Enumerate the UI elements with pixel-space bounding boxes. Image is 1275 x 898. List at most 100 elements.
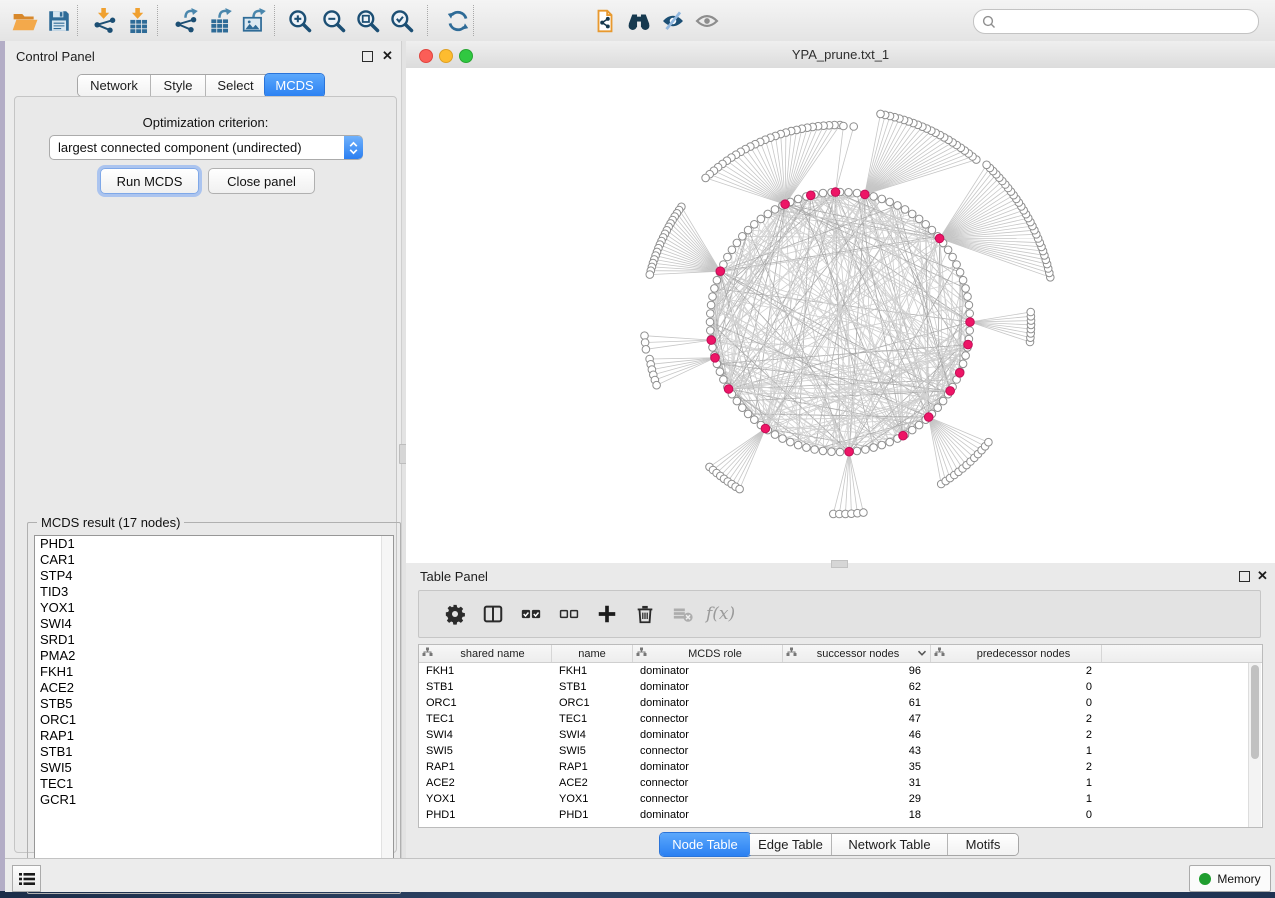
- table-row[interactable]: FKH1FKH1dominator962: [419, 663, 1262, 679]
- tab-network-table[interactable]: Network Table: [832, 834, 948, 855]
- table-row[interactable]: PHD1PHD1dominator180: [419, 807, 1262, 823]
- search-network-button[interactable]: [622, 4, 656, 38]
- column-visibility-button[interactable]: [474, 595, 512, 633]
- export-network-button[interactable]: [169, 4, 203, 38]
- mcds-result-item[interactable]: PMA2: [35, 648, 393, 664]
- open-file-button[interactable]: [8, 4, 42, 38]
- toolbar-separator: [427, 5, 428, 36]
- network-canvas[interactable]: [406, 68, 1275, 563]
- mcds-result-item[interactable]: STP4: [35, 568, 393, 584]
- tab-network[interactable]: Network: [78, 75, 151, 96]
- mcds-result-item[interactable]: PHD1: [35, 536, 393, 552]
- zoom-selected-icon: [389, 8, 415, 34]
- mcds-result-item[interactable]: STB1: [35, 744, 393, 760]
- mcds-result-scrollbar[interactable]: [381, 536, 393, 885]
- export-table-button[interactable]: [203, 4, 237, 38]
- mcds-result-item[interactable]: ORC1: [35, 712, 393, 728]
- column-header-predecessor-nodes[interactable]: predecessor nodes: [931, 645, 1102, 662]
- zoom-out-button[interactable]: [317, 4, 351, 38]
- mcds-result-item[interactable]: ACE2: [35, 680, 393, 696]
- mcds-result-item[interactable]: CAR1: [35, 552, 393, 568]
- deselect-all-button[interactable]: [550, 595, 588, 633]
- table-row[interactable]: RAP1RAP1dominator352: [419, 759, 1262, 775]
- open-file-icon: [12, 8, 38, 34]
- task-history-button[interactable]: [12, 865, 41, 892]
- export-image-button[interactable]: [237, 4, 271, 38]
- share-document-button[interactable]: [588, 4, 622, 38]
- table-row[interactable]: SWI5SWI5connector431: [419, 743, 1262, 759]
- table-row[interactable]: SWI4SWI4dominator462: [419, 727, 1262, 743]
- network-window-titlebar[interactable]: YPA_prune.txt_1: [406, 41, 1275, 69]
- mcds-result-item[interactable]: TEC1: [35, 776, 393, 792]
- table-settings-button[interactable]: [436, 595, 474, 633]
- table-row[interactable]: YOX1YOX1connector291: [419, 791, 1262, 807]
- shared-column-icon: [636, 647, 651, 660]
- toolbar-separator: [77, 5, 78, 36]
- close-table-panel-icon[interactable]: ✕: [1257, 570, 1268, 581]
- mcds-result-item[interactable]: SRD1: [35, 632, 393, 648]
- column-header-successor-nodes[interactable]: successor nodes: [783, 645, 931, 662]
- zoom-in-button[interactable]: [283, 4, 317, 38]
- tab-select[interactable]: Select: [206, 75, 266, 96]
- column-header-name[interactable]: name: [552, 645, 633, 662]
- column-header-shared-name[interactable]: shared name: [419, 645, 552, 662]
- mcds-result-item[interactable]: TID3: [35, 584, 393, 600]
- export-table-icon: [207, 8, 233, 34]
- node-table-scrollbar[interactable]: [1248, 663, 1261, 827]
- memory-label: Memory: [1217, 872, 1260, 886]
- mcds-result-item[interactable]: SWI5: [35, 760, 393, 776]
- tab-style[interactable]: Style: [151, 75, 206, 96]
- tab-mcds[interactable]: MCDS: [265, 74, 324, 97]
- import-network-button[interactable]: [88, 4, 122, 38]
- mcds-result-item[interactable]: STB5: [35, 696, 393, 712]
- table-row[interactable]: ORC1ORC1dominator610: [419, 695, 1262, 711]
- save-session-button[interactable]: [42, 4, 76, 38]
- table-panel-title: Table Panel: [420, 569, 488, 584]
- scrollbar-thumb[interactable]: [1251, 665, 1259, 759]
- close-panel-icon[interactable]: ✕: [382, 50, 393, 61]
- refresh-view-button[interactable]: [441, 4, 475, 38]
- optimization-criterion-value: largest connected component (undirected): [50, 140, 344, 155]
- mcds-result-list[interactable]: PHD1CAR1STP4TID3YOX1SWI4SRD1PMA2FKH1ACE2…: [34, 535, 394, 886]
- mcds-result-item[interactable]: YOX1: [35, 600, 393, 616]
- hide-selected-button[interactable]: [656, 4, 690, 38]
- column-header-MCDS-role[interactable]: MCDS role: [633, 645, 783, 662]
- import-table-button[interactable]: [122, 4, 156, 38]
- mcds-result-groupbox: MCDS result (17 nodes) PHD1CAR1STP4TID3Y…: [27, 522, 401, 894]
- float-panel-icon[interactable]: [362, 51, 373, 62]
- run-mcds-button[interactable]: Run MCDS: [100, 168, 199, 194]
- optimization-criterion-label: Optimization criterion:: [15, 115, 396, 130]
- control-panel: Control Panel ✕ NetworkStyleSelectMCDS O…: [5, 41, 401, 858]
- column-visibility-icon: [482, 603, 504, 625]
- zoom-fit-button[interactable]: [351, 4, 385, 38]
- network-window-title: YPA_prune.txt_1: [406, 47, 1275, 62]
- node-table: shared namenameMCDS rolesuccessor nodesp…: [418, 644, 1263, 828]
- mcds-result-item[interactable]: GCR1: [35, 792, 393, 808]
- search-box[interactable]: [973, 9, 1259, 34]
- tab-motifs[interactable]: Motifs: [948, 834, 1018, 855]
- shared-column-icon: [422, 647, 437, 660]
- tab-edge-table[interactable]: Edge Table: [750, 834, 832, 855]
- delete-table-button: [664, 595, 702, 633]
- zoom-selected-button[interactable]: [385, 4, 419, 38]
- delete-column-button[interactable]: [626, 595, 664, 633]
- memory-button[interactable]: Memory: [1189, 865, 1271, 892]
- table-row[interactable]: TEC1TEC1connector472: [419, 711, 1262, 727]
- table-row[interactable]: ACE2ACE2connector311: [419, 775, 1262, 791]
- hide-selected-icon: [660, 8, 686, 34]
- mcds-result-title: MCDS result (17 nodes): [37, 515, 184, 530]
- optimization-criterion-select[interactable]: largest connected component (undirected): [49, 135, 363, 160]
- float-table-panel-icon[interactable]: [1239, 571, 1250, 582]
- add-column-button[interactable]: [588, 595, 626, 633]
- select-all-button[interactable]: [512, 595, 550, 633]
- mcds-result-item[interactable]: RAP1: [35, 728, 393, 744]
- tab-node-table[interactable]: Node Table: [660, 833, 751, 856]
- close-panel-button[interactable]: Close panel: [208, 168, 315, 194]
- show-all-button[interactable]: [690, 4, 724, 38]
- mcds-result-item[interactable]: SWI4: [35, 616, 393, 632]
- search-input[interactable]: [1001, 12, 1250, 31]
- horizontal-splitter-handle[interactable]: [831, 560, 848, 568]
- table-row[interactable]: STB1STB1dominator620: [419, 679, 1262, 695]
- deselect-all-icon: [558, 603, 580, 625]
- mcds-result-item[interactable]: FKH1: [35, 664, 393, 680]
